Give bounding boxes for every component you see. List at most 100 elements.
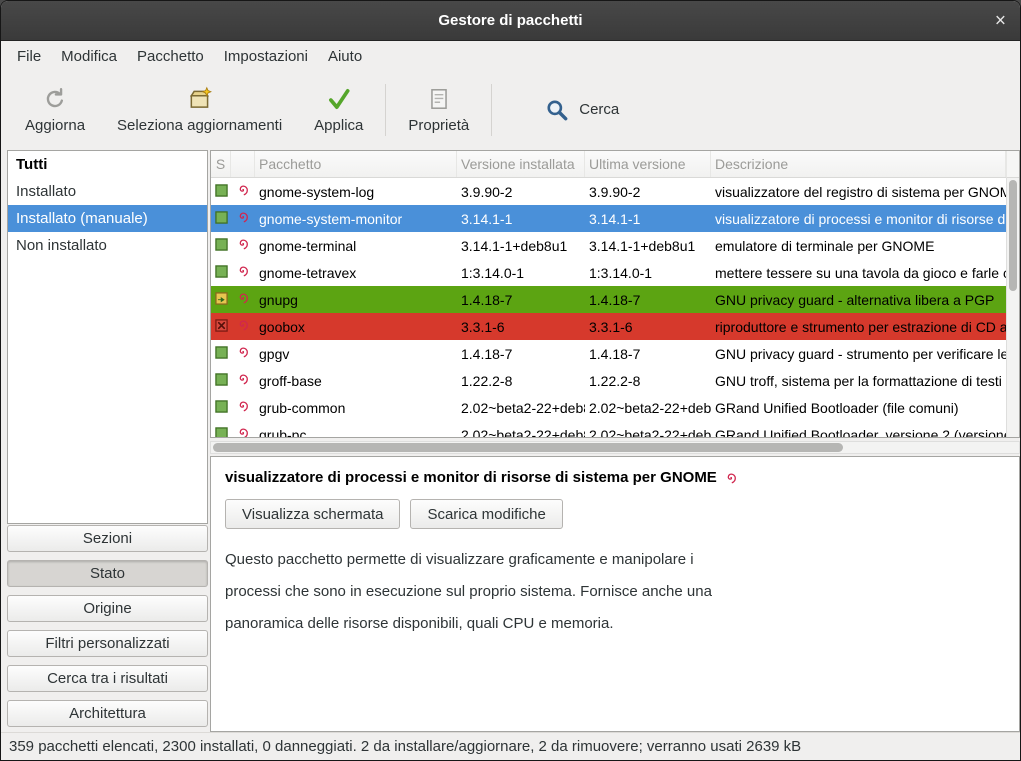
table-row-goobox[interactable]: goobox3.3.1-63.3.1-6riproduttore e strum… — [211, 313, 1006, 340]
titlebar[interactable]: Gestore di pacchetti × — [1, 1, 1020, 41]
filter-installato[interactable]: Installato — [8, 178, 207, 205]
architettura-button[interactable]: Architettura — [7, 700, 208, 727]
column-header-versione-installata[interactable]: Versione installata — [457, 151, 585, 177]
package-description: GRand Unified Bootloader, versione 2 (ve… — [711, 421, 1006, 437]
debian-swirl-icon — [236, 183, 250, 200]
description-line: processi che sono in esecuzione sul prop… — [225, 576, 1005, 608]
filter-non-installato[interactable]: Non installato — [8, 232, 207, 259]
table-row-grub-pc[interactable]: grub-pc2.02~beta2-22+deb8u12.02~beta2-22… — [211, 421, 1006, 437]
latest-version: 3.14.1-1 — [585, 205, 711, 232]
search-icon — [544, 97, 570, 123]
seleziona-aggiornamenti-button[interactable]: Seleziona aggiornamenti — [107, 82, 292, 138]
apply-check-icon — [326, 86, 352, 112]
package-description: GRand Unified Bootloader (file comuni) — [711, 394, 1006, 421]
toolbar: Aggiorna Seleziona aggiornamenti Applica Pr… — [1, 72, 1020, 147]
vertical-scrollbar-thumb[interactable] — [1009, 180, 1017, 291]
vertical-scrollbar[interactable] — [1006, 178, 1019, 437]
select-upgrades-icon — [187, 86, 213, 112]
filter-tutti[interactable]: Tutti — [8, 151, 207, 178]
menu-file[interactable]: File — [7, 43, 51, 70]
package-description: mettere tessere su una tavola da gioco e… — [711, 259, 1006, 286]
debian-swirl-icon — [236, 426, 250, 437]
package-icon-cell — [231, 259, 255, 286]
latest-version: 1.4.18-7 — [585, 340, 711, 367]
details-title: visualizzatore di processi e monitor di … — [225, 469, 717, 486]
close-icon[interactable]: × — [995, 11, 1006, 30]
filtri-personalizzati-button[interactable]: Filtri personalizzati — [7, 630, 208, 657]
scarica-modifiche-button[interactable]: Scarica modifiche — [410, 499, 562, 529]
debian-swirl-icon — [236, 291, 250, 308]
toolbar-separator — [385, 84, 386, 136]
statusbar: 359 pacchetti elencati, 2300 installati,… — [1, 732, 1020, 760]
details-description: Questo pacchetto permette di visualizzar… — [225, 544, 1005, 640]
menu-pacchetto[interactable]: Pacchetto — [127, 43, 214, 70]
applica-button[interactable]: Applica — [304, 82, 373, 138]
toolbar-button-label: Proprietà — [408, 117, 469, 134]
description-line: Questo pacchetto permette di visualizzar… — [225, 544, 1005, 576]
cerca-tra-i-risultati-button[interactable]: Cerca tra i risultati — [7, 665, 208, 692]
status-cell — [211, 313, 231, 340]
package-description: GNU privacy guard - strumento per verifi… — [711, 340, 1006, 367]
stato-button[interactable]: Stato — [7, 560, 208, 587]
horizontal-scrollbar-thumb[interactable] — [213, 443, 843, 452]
debian-swirl-icon — [236, 210, 250, 227]
table-body: gnome-system-log3.9.90-23.9.90-2visualiz… — [211, 178, 1006, 437]
menu-impostazioni[interactable]: Impostazioni — [214, 43, 318, 70]
filter-list: TuttiInstallatoInstallato (manuale)Non i… — [7, 150, 208, 524]
toolbar-button-label: Seleziona aggiornamenti — [117, 117, 282, 134]
cerca-button[interactable]: Cerca — [530, 89, 633, 131]
package-name: gnome-terminal — [255, 232, 457, 259]
filter-installato-manuale[interactable]: Installato (manuale) — [8, 205, 207, 232]
menu-modifica[interactable]: Modifica — [51, 43, 127, 70]
toolbar-button-label: Aggiorna — [25, 117, 85, 134]
details-buttons: Visualizza schermata Scarica modifiche — [225, 499, 1005, 529]
debian-swirl-icon — [236, 372, 250, 389]
menu-aiuto[interactable]: Aiuto — [318, 43, 372, 70]
table-row-gnome-system-monitor[interactable]: gnome-system-monitor3.14.1-13.14.1-1visu… — [211, 205, 1006, 232]
package-icon-cell — [231, 421, 255, 437]
package-icon-cell — [231, 340, 255, 367]
details-title-row: visualizzatore di processi e monitor di … — [225, 469, 1005, 486]
package-name: grub-common — [255, 394, 457, 421]
proprieta-button[interactable]: Proprietà — [398, 82, 479, 138]
latest-version: 2.02~beta2-22+deb8u1 — [585, 394, 711, 421]
package-icon-cell — [231, 367, 255, 394]
package-icon-cell — [231, 205, 255, 232]
column-header-ultima-versione[interactable]: Ultima versione — [585, 151, 711, 177]
package-name: grub-pc — [255, 421, 457, 437]
horizontal-scrollbar[interactable] — [210, 441, 1020, 454]
table-row-groff-base[interactable]: groff-base1.22.2-81.22.2-8GNU troff, sis… — [211, 367, 1006, 394]
installed-version: 3.3.1-6 — [457, 313, 585, 340]
column-header-descrizione[interactable]: Descrizione — [711, 151, 1006, 177]
main-area: TuttiInstallatoInstallato (manuale)Non i… — [1, 147, 1020, 732]
installed-version: 1.22.2-8 — [457, 367, 585, 394]
aggiorna-button[interactable]: Aggiorna — [15, 82, 95, 138]
column-header-pacchetto[interactable]: Pacchetto — [255, 151, 457, 177]
installed-version: 3.14.1-1+deb8u1 — [457, 232, 585, 259]
table-row-gnupg[interactable]: gnupg1.4.18-71.4.18-7GNU privacy guard -… — [211, 286, 1006, 313]
latest-version: 3.9.90-2 — [585, 178, 711, 205]
package-icon-cell — [231, 232, 255, 259]
sezioni-button[interactable]: Sezioni — [7, 525, 208, 552]
origine-button[interactable]: Origine — [7, 595, 208, 622]
description-line: panoramica delle risorse disponibili, qu… — [225, 608, 1005, 640]
debian-swirl-icon — [236, 345, 250, 362]
table-row-gnome-terminal[interactable]: gnome-terminal3.14.1-1+deb8u13.14.1-1+de… — [211, 232, 1006, 259]
installed-version: 3.9.90-2 — [457, 178, 585, 205]
installed-version: 1:3.14.0-1 — [457, 259, 585, 286]
installed-version: 3.14.1-1 — [457, 205, 585, 232]
latest-version: 3.3.1-6 — [585, 313, 711, 340]
column-header-icon[interactable] — [231, 151, 255, 177]
table-row-gpgv[interactable]: gpgv1.4.18-71.4.18-7GNU privacy guard - … — [211, 340, 1006, 367]
status-installed-icon — [215, 373, 228, 389]
table-row-gnome-tetravex[interactable]: gnome-tetravex1:3.14.0-11:3.14.0-1metter… — [211, 259, 1006, 286]
debian-swirl-icon — [236, 318, 250, 335]
table-header: S PacchettoVersione installataUltima vers… — [211, 151, 1006, 178]
table-row-grub-common[interactable]: grub-common2.02~beta2-22+deb8u12.02~beta… — [211, 394, 1006, 421]
column-header-s[interactable]: S — [211, 151, 231, 177]
sidebar-buttons: Sezioni Stato Origine Filtri personalizzati… — [7, 525, 208, 727]
table-row-gnome-system-log[interactable]: gnome-system-log3.9.90-23.9.90-2visualiz… — [211, 178, 1006, 205]
visualizza-schermata-button[interactable]: Visualizza schermata — [225, 499, 400, 529]
package-manager-window: Gestore di pacchetti × FileModificaPacch… — [0, 0, 1021, 761]
latest-version: 1.22.2-8 — [585, 367, 711, 394]
